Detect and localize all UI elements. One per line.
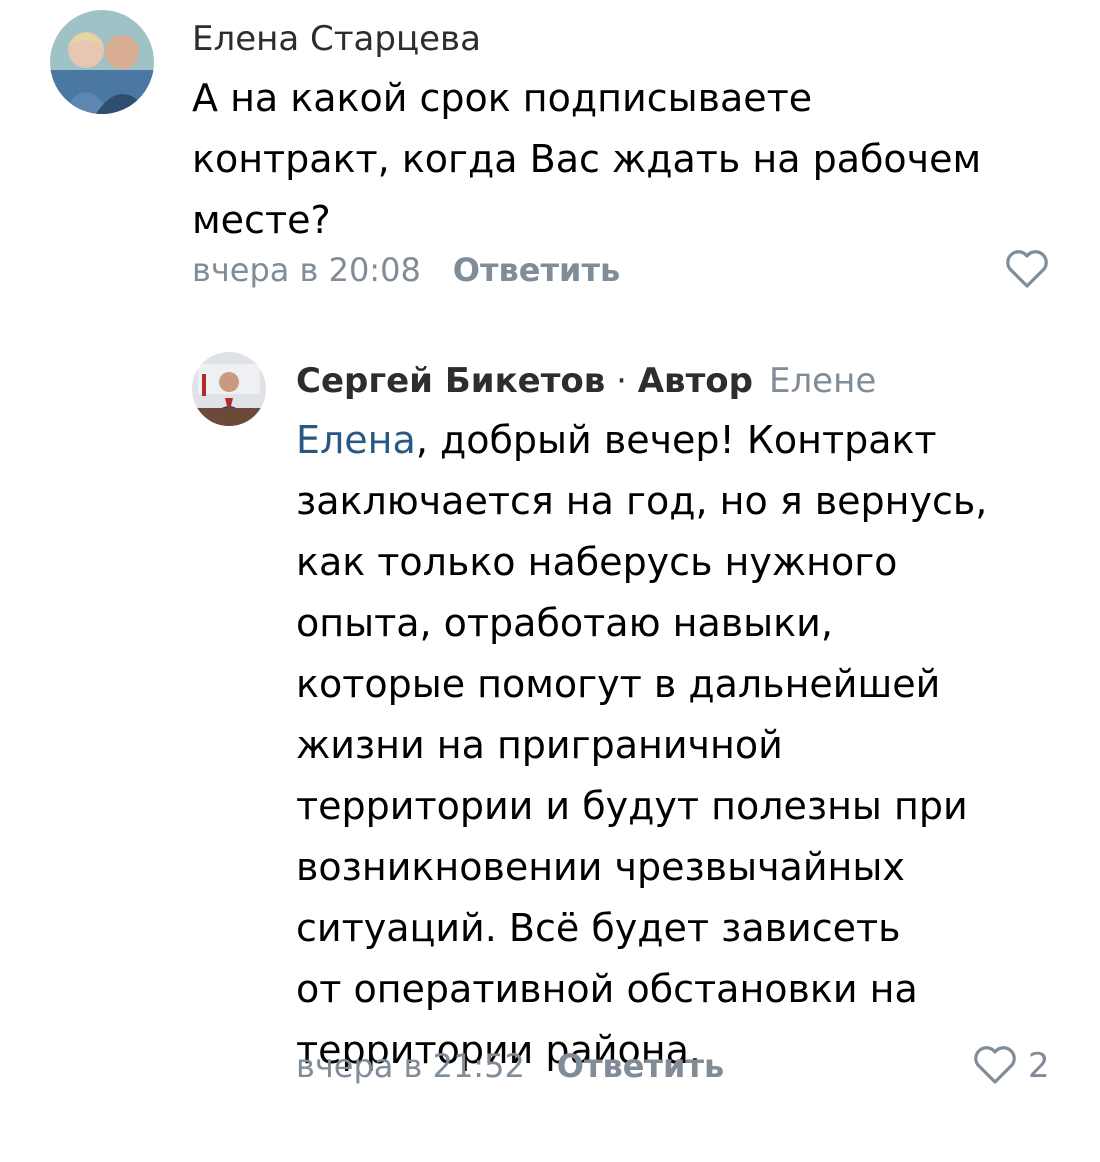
- comment-time[interactable]: вчера в 20:08: [192, 251, 421, 289]
- comment-header: Сергей Бикетов · Автор Елене: [296, 358, 876, 404]
- like-button[interactable]: [1004, 250, 1050, 290]
- comment-time[interactable]: вчера в 21:52: [296, 1047, 525, 1085]
- comment-text: А на какой срок подписываете контракт, к…: [192, 76, 982, 242]
- avatar-photo-sergey: [192, 352, 266, 426]
- like-count: 2: [1028, 1046, 1050, 1086]
- reply-button[interactable]: Ответить: [557, 1047, 724, 1085]
- avatar-photo-elena: [50, 10, 154, 114]
- comment-text-body: , добрый вечер! Контракт заключается на …: [296, 418, 988, 1072]
- reply-to-label[interactable]: Елене: [769, 361, 876, 401]
- comment-meta: вчера в 20:08 Ответить: [192, 250, 620, 290]
- comment-text: Елена, добрый вечер! Контракт заключаетс…: [296, 410, 1086, 1081]
- avatar-elena[interactable]: [50, 10, 154, 114]
- comment-author[interactable]: Елена Старцева: [192, 16, 481, 62]
- comment-elena: Елена Старцева А на какой срок подписыва…: [0, 0, 1100, 310]
- mention-link[interactable]: Елена: [296, 418, 416, 462]
- avatar-sergey[interactable]: [192, 352, 266, 426]
- like-button[interactable]: 2: [972, 1046, 1050, 1086]
- heart-outline-icon: [1006, 250, 1048, 288]
- heart-outline-icon: [974, 1046, 1016, 1084]
- reply-button[interactable]: Ответить: [453, 251, 620, 289]
- separator: ·: [616, 361, 627, 401]
- comment-sergey: Сергей Бикетов · Автор Елене Елена, добры…: [0, 320, 1100, 1140]
- author-badge: Автор: [637, 361, 753, 401]
- comment-meta: вчера в 21:52 Ответить: [296, 1046, 724, 1086]
- comment-author[interactable]: Сергей Бикетов: [296, 361, 605, 401]
